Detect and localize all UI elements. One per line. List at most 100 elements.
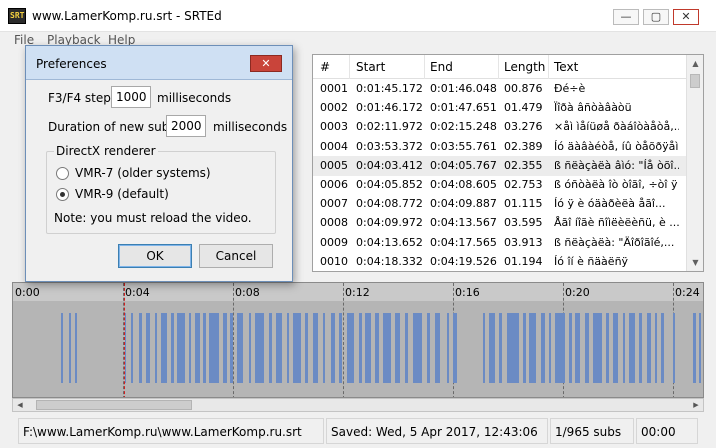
subtitle-block[interactable] [255,313,264,383]
column-divider[interactable] [424,55,425,79]
column-header-end[interactable]: End [430,60,453,74]
subtitle-block[interactable] [203,313,206,383]
subtitle-block[interactable] [447,313,449,383]
subtitle-block[interactable] [499,313,502,383]
table-row[interactable]: 0007 0:04:08.772 0:04:09.887 01.115 Íó ÿ è ó… [313,194,686,214]
table-vertical-scrollbar[interactable]: ▲ ▼ [686,55,703,271]
subtitle-block[interactable] [613,313,618,383]
scroll-down-arrow-icon[interactable]: ▼ [687,254,703,271]
subtitle-block[interactable] [347,313,354,383]
column-divider[interactable] [498,55,499,79]
subtitle-block[interactable] [209,313,219,383]
subtitle-block[interactable] [507,313,519,383]
table-row[interactable]: 0009 0:04:13.652 0:04:17.565 03.913 ß ñëàçàë… [313,233,686,253]
close-button[interactable]: ✕ [673,9,699,25]
time-ruler[interactable]: 0:00 0:04 0:08 0:12 0:16 0:20 0:24 [13,283,703,301]
subtitle-block[interactable] [489,313,495,383]
vmr9-label[interactable]: VMR-9 (default) [75,187,169,201]
subtitle-block[interactable] [541,313,545,383]
subtitle-block[interactable] [230,313,233,383]
dialog-close-button[interactable]: ✕ [250,55,282,72]
subtitle-block[interactable] [395,313,400,383]
duration-input[interactable] [166,115,206,137]
table-row[interactable]: 0008 0:04:09.972 0:04:13.567 03.595 Åãî íîãè… [313,213,686,233]
subtitle-block[interactable] [523,313,526,383]
subtitle-block[interactable] [189,313,191,383]
waveform-timeline[interactable]: 0:00 0:04 0:08 0:12 0:16 0:20 0:24 [12,282,704,398]
subtitle-block[interactable] [155,313,157,383]
column-divider[interactable] [548,55,549,79]
column-header-length[interactable]: Length [504,60,545,74]
vmr7-label[interactable]: VMR-7 (older systems) [75,166,211,180]
subtitle-block[interactable] [69,313,71,383]
table-row[interactable]: 0001 0:01:45.172 0:01:46.048 00.876 Ðé÷è [313,79,686,99]
subtitle-block[interactable] [276,313,282,383]
subtitle-block[interactable] [435,313,440,383]
subtitle-block[interactable] [359,313,362,383]
subtitle-block[interactable] [61,313,63,383]
timeline-horizontal-scrollbar[interactable]: ◀ ▶ [12,398,704,412]
subtitle-block[interactable] [383,313,391,383]
subtitle-block[interactable] [146,313,150,383]
subtitle-block[interactable] [305,313,308,383]
subtitle-block[interactable] [549,313,551,383]
table-row[interactable]: 0006 0:04:05.852 0:04:08.605 02.753 ß óñòàëà… [313,175,686,195]
subtitle-block[interactable] [339,313,342,383]
subtitle-block[interactable] [75,313,77,383]
step-input[interactable] [111,86,151,108]
subtitle-block[interactable] [331,313,335,383]
table-row[interactable]: 0003 0:02:11.972 0:02:15.248 03.276 ×åì ìåíü… [313,117,686,137]
subtitle-block[interactable] [195,313,200,383]
subtitle-block[interactable] [365,313,371,383]
subtitle-block[interactable] [453,313,457,383]
subtitle-block[interactable] [483,313,485,383]
subtitle-block[interactable] [655,313,657,383]
subtitle-block[interactable] [585,313,589,383]
cancel-button[interactable]: Cancel [199,244,273,268]
subtitle-block[interactable] [629,313,635,383]
subtitle-block[interactable] [223,313,227,383]
column-header-number[interactable]: # [320,60,330,74]
subtitle-block[interactable] [375,313,379,383]
subtitle-block[interactable] [593,313,602,383]
column-header-text[interactable]: Text [554,60,578,74]
subtitle-block[interactable] [125,313,126,383]
subtitle-block[interactable] [623,313,625,383]
dialog-titlebar[interactable]: Preferences ✕ [26,46,292,80]
subtitle-block[interactable] [555,313,565,383]
subtitle-block[interactable] [177,313,185,383]
subtitle-block[interactable] [673,313,675,383]
subtitle-block[interactable] [313,313,318,383]
subtitle-block[interactable] [693,313,696,383]
subtitle-block[interactable] [293,313,301,383]
subtitle-block[interactable] [413,313,422,383]
vmr7-radio[interactable] [56,167,69,180]
subtitle-block[interactable] [269,313,272,383]
subtitle-block[interactable] [427,313,430,383]
subtitle-block[interactable] [661,313,664,383]
subtitle-block[interactable] [323,313,325,383]
ok-button[interactable]: OK [118,244,192,268]
subtitle-block[interactable] [639,313,642,383]
table-row[interactable]: 0004 0:03:53.372 0:03:55.761 02.389 Íó äàâàé… [313,137,686,157]
scroll-thumb[interactable] [690,74,700,88]
table-row[interactable]: 0002 0:01:46.172 0:01:47.651 01.479 Ïîðà âñò… [313,98,686,118]
table-row[interactable]: 0010 0:04:18.332 0:04:19.526 01.194 Íó îí è … [313,252,686,271]
column-divider[interactable] [349,55,350,79]
subtitle-block[interactable] [699,313,701,383]
table-row[interactable]: 0005 0:04:03.412 0:04:05.767 02.355 ß ñëàçàë… [313,155,686,176]
scroll-right-arrow-icon[interactable]: ▶ [689,399,703,411]
subtitle-block[interactable] [606,313,609,383]
subtitle-block[interactable] [647,313,651,383]
minimize-button[interactable]: — [613,9,639,25]
subtitle-block[interactable] [575,313,580,383]
column-header-start[interactable]: Start [356,60,385,74]
subtitle-block[interactable] [171,313,174,383]
maximize-button[interactable]: ▢ [643,9,669,25]
subtitle-block[interactable] [161,313,167,383]
subtitle-block[interactable] [287,313,289,383]
subtitle-block[interactable] [249,313,251,383]
subtitle-block[interactable] [131,313,133,383]
scroll-up-arrow-icon[interactable]: ▲ [687,55,703,72]
subtitle-block[interactable] [529,313,536,383]
